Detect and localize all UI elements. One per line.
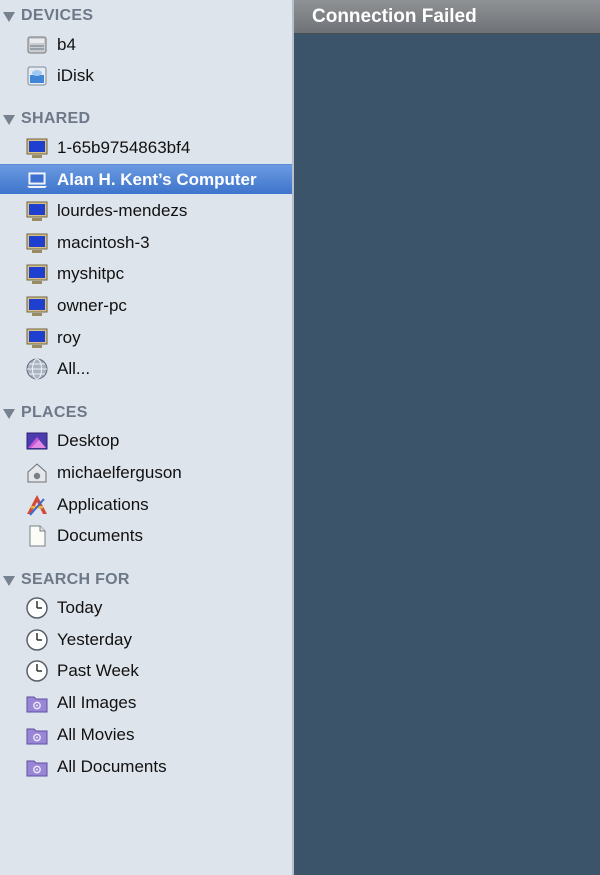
smart-folder-icon (26, 760, 48, 777)
sidebar-item-desktop[interactable]: Desktop (0, 426, 292, 456)
sidebar: DEVICES b4 iDisk SHARED 1-65b9754863bf4 (0, 0, 294, 875)
pc-monitor-icon (26, 138, 48, 158)
smart-folder-icon (26, 728, 48, 745)
sidebar-item-documents[interactable]: Documents (0, 521, 292, 551)
sidebar-item-alan-h-kents-computer[interactable]: Alan H. Kent’s Computer (0, 164, 292, 194)
disclosure-triangle-icon[interactable] (3, 11, 15, 22)
laptop-icon (27, 172, 47, 188)
sidebar-item-applications[interactable]: Applications (0, 490, 292, 520)
idisk-icon (27, 66, 47, 86)
sidebar-item-all-images[interactable]: All Images (0, 688, 292, 718)
connection-status-title: Connection Failed (312, 5, 477, 27)
clock-icon (26, 629, 48, 651)
sidebar-item-michaelferguson[interactable]: michaelferguson (0, 458, 292, 488)
desktop-icon (26, 432, 48, 450)
section-header-devices[interactable]: DEVICES (3, 6, 93, 26)
section-header-search-for[interactable]: SEARCH FOR (3, 570, 130, 590)
hard-drive-icon (27, 36, 47, 54)
pc-monitor-icon (26, 328, 48, 348)
section-title: SHARED (21, 110, 91, 127)
clock-icon (26, 597, 48, 619)
sidebar-item-macintosh-3[interactable]: macintosh-3 (0, 228, 292, 258)
sidebar-item-today[interactable]: Today (0, 593, 292, 623)
sidebar-item-all-shared[interactable]: All... (0, 354, 292, 384)
sidebar-item-past-week[interactable]: Past Week (0, 656, 292, 686)
main-pane: Connection Failed (294, 0, 600, 875)
pc-monitor-icon (26, 264, 48, 284)
sidebar-item-myshitpc[interactable]: myshitpc (0, 259, 292, 289)
sidebar-item-1-65b9754863bf4[interactable]: 1-65b9754863bf4 (0, 133, 292, 163)
sidebar-item-idisk[interactable]: iDisk (0, 61, 292, 91)
smart-folder-icon (26, 696, 48, 713)
sidebar-item-all-movies[interactable]: All Movies (0, 720, 292, 750)
applications-icon (27, 495, 47, 516)
sidebar-item-all-documents[interactable]: All Documents (0, 752, 292, 782)
disclosure-triangle-icon[interactable] (3, 575, 15, 586)
section-title: DEVICES (21, 7, 94, 24)
section-title: PLACES (21, 404, 88, 421)
disclosure-triangle-icon[interactable] (3, 408, 15, 419)
document-icon (29, 525, 46, 547)
connection-status-header: Connection Failed (294, 0, 600, 34)
pc-monitor-icon (26, 201, 48, 221)
sidebar-item-owner-pc[interactable]: owner-pc (0, 291, 292, 321)
sidebar-item-roy[interactable]: roy (0, 323, 292, 353)
clock-icon (26, 660, 48, 682)
pc-monitor-icon (26, 296, 48, 316)
section-header-places[interactable]: PLACES (3, 403, 88, 423)
disclosure-triangle-icon[interactable] (3, 114, 15, 125)
sidebar-item-yesterday[interactable]: Yesterday (0, 625, 292, 655)
section-header-shared[interactable]: SHARED (3, 109, 90, 129)
sidebar-item-b4[interactable]: b4 (0, 30, 292, 60)
globe-icon (26, 358, 48, 380)
section-title: SEARCH FOR (21, 571, 130, 588)
sidebar-item-lourdes-mendezs[interactable]: lourdes-mendezs (0, 196, 292, 226)
pc-monitor-icon (26, 233, 48, 253)
home-icon (27, 463, 47, 483)
